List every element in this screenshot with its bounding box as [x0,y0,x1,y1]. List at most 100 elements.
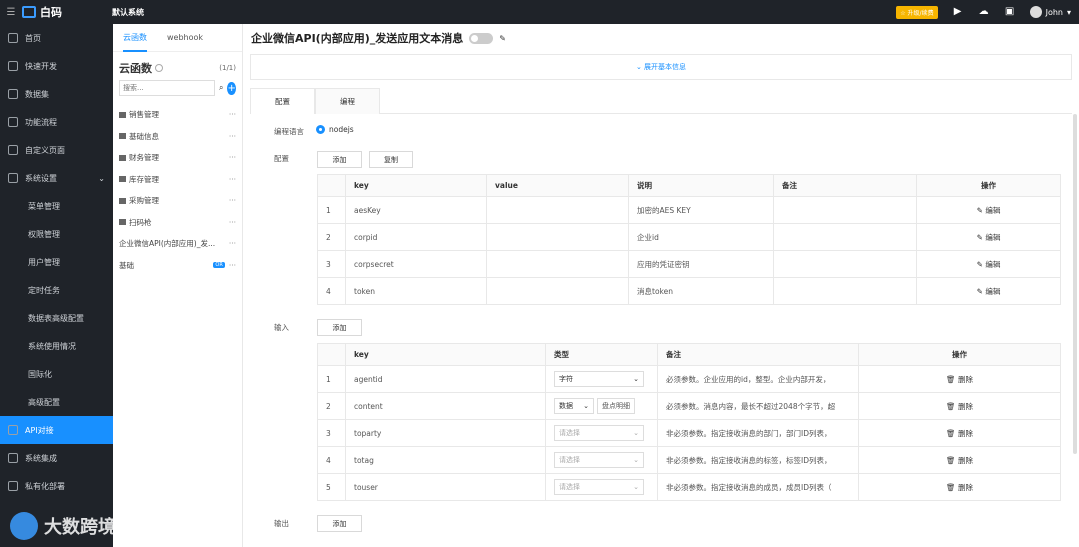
tree-leaf-label: 基础 [119,260,134,270]
tree-leaf[interactable]: 企业微信API(内部应用)_发... ··· [113,233,242,255]
cloud-icon[interactable]: ☁ [978,6,990,18]
more-icon[interactable]: ··· [229,110,236,119]
type-select[interactable]: 请选择 ⌄ [554,425,644,441]
add-function-button[interactable]: + [227,81,236,95]
sidebar-subitem[interactable]: 菜单管理 [0,192,113,220]
search-input[interactable] [119,80,215,96]
cube-icon [8,61,18,71]
more-icon[interactable]: ··· [229,261,236,270]
sidebar-item-integration[interactable]: 系统集成 [0,444,113,472]
more-icon[interactable]: ··· [229,132,236,141]
table-header: 备注 [657,343,859,366]
tab-cloud-function[interactable]: 云函数 [123,24,147,52]
add-config-button[interactable]: 添加 [317,151,362,168]
sidebar-subitem[interactable]: 定时任务 [0,276,113,304]
user-menu[interactable]: John ▾ [1029,6,1071,18]
cell-note: 非必须参数。指定接收消息的成员，成员ID列表（ [657,473,859,501]
sidebar-subitem[interactable]: 高级配置 [0,388,113,416]
chevron-down-icon: ⌄ [98,173,105,183]
sidebar-item-label: 数据集 [25,89,49,99]
tree-folder[interactable]: 销售管理 ··· [113,104,242,126]
edit-button[interactable]: ✎ 编辑 [916,250,1061,278]
tree-folder[interactable]: 财务管理 ··· [113,147,242,169]
add-input-button[interactable]: 添加 [317,319,362,336]
table-row: 4 token 消息token ✎ 编辑 [317,277,1061,305]
edit-button[interactable]: ✎ 编辑 [916,196,1061,224]
tree-folder-label: 库存管理 [129,174,159,184]
tab-code[interactable]: 编程 [315,88,380,114]
delete-button[interactable]: 🗑 删除 [858,365,1061,393]
menu-icon[interactable]: ☰ [0,7,22,18]
chevron-down-icon: ⌄ [583,402,589,410]
table-row: 4 totag 请选择 ⌄ 非必须参数。指定接收消息的标签，标签ID列表， 🗑 删除 [317,446,1061,474]
lang-radio-nodejs[interactable]: nodejs [316,125,354,134]
add-output-button[interactable]: 添加 [317,515,362,532]
more-icon[interactable]: ··· [229,153,236,162]
tree-folder[interactable]: 采购管理 ··· [113,190,242,212]
sidebar-item-settings[interactable]: 系统设置 ⌄ [0,164,113,192]
cell-note [773,223,917,251]
sidebar-item-home[interactable]: 首页 [0,24,113,52]
sidebar-subitem[interactable]: 系统使用情况 [0,332,113,360]
trash-icon: 🗑 [946,482,958,492]
type-select[interactable]: 数据 ⌄ [554,398,594,414]
row-number: 1 [317,365,346,393]
folder-icon [119,111,126,118]
type-cell: 数据 ⌄ 盘点明细 [545,392,658,420]
scrollbar[interactable] [1073,114,1077,454]
sidebar-item-api[interactable]: API对接 [0,416,113,444]
search-icon[interactable]: ⌕ [219,83,223,93]
tree-leaf[interactable]: 基础 OR ··· [113,255,242,277]
type-select[interactable]: 字符 ⌄ [554,371,644,387]
cell-key: corpid [345,223,487,251]
sidebar-item-quick-dev[interactable]: 快速开发 [0,52,113,80]
play-icon[interactable]: ▶ [952,6,964,18]
sidebar-item-deploy[interactable]: 私有化部署 [0,472,113,500]
top-bar: ☰ 白码 默认系统 ☆ 升级/续费 ▶ ☁ ▣ John ▾ [0,0,1079,24]
delete-button[interactable]: 🗑 删除 [858,473,1061,501]
document-icon[interactable]: ▣ [1004,6,1016,18]
lang-label: 编程语言 [274,127,304,136]
tree-folder-label: 采购管理 [129,196,159,206]
edit-button[interactable]: ✎ 编辑 [916,277,1061,305]
tree-leaf-label: 企业微信API(内部应用)_发... [119,239,216,249]
more-icon[interactable]: ··· [229,239,236,248]
more-icon[interactable]: ··· [229,175,236,184]
sidebar-subitem[interactable]: 权限管理 [0,220,113,248]
help-icon[interactable] [155,64,163,72]
table-row: 2 corpid 企业id ✎ 编辑 [317,223,1061,251]
more-icon[interactable]: ··· [229,218,236,227]
upgrade-badge[interactable]: ☆ 升级/续费 [896,5,938,19]
trash-icon: 🗑 [946,374,958,384]
sidebar-subitem[interactable]: 国际化 [0,360,113,388]
tree-folder[interactable]: 基础信息 ··· [113,126,242,148]
project-name[interactable]: 默认系统 [112,7,144,18]
tab-config[interactable]: 配置 [250,88,315,114]
edit-icon[interactable]: ✎ [499,34,506,43]
tree-folder[interactable]: 库存管理 ··· [113,169,242,191]
sidebar-item-label: 自定义页面 [25,145,65,155]
more-icon[interactable]: ··· [229,196,236,205]
table-header: key [345,174,487,197]
delete-button[interactable]: 🗑 删除 [858,392,1061,420]
integration-icon [8,453,18,463]
sidebar-item-label: 私有化部署 [25,481,65,491]
type-select[interactable]: 请选择 ⌄ [554,479,644,495]
sidebar-subitem[interactable]: 用户管理 [0,248,113,276]
edit-button[interactable]: ✎ 编辑 [916,223,1061,251]
copy-config-button[interactable]: 复制 [369,151,413,168]
detail-select-button[interactable]: 盘点明细 [597,398,635,414]
delete-button[interactable]: 🗑 删除 [858,419,1061,447]
logo-text: 白码 [40,6,62,19]
enable-toggle[interactable] [469,32,494,44]
row-number: 4 [317,277,346,305]
tree-folder[interactable]: 扫码枪 ··· [113,212,242,234]
sidebar-item-flow[interactable]: 功能流程 [0,108,113,136]
delete-button[interactable]: 🗑 删除 [858,446,1061,474]
sidebar-subitem[interactable]: 数据表高级配置 [0,304,113,332]
tab-webhook[interactable]: webhook [167,24,203,52]
type-select[interactable]: 请选择 ⌄ [554,452,644,468]
sidebar-item-custom-page[interactable]: 自定义页面 [0,136,113,164]
sidebar-item-dataset[interactable]: 数据集 [0,80,113,108]
expand-basic-info[interactable]: ⌄ 展开基本信息 [250,54,1072,80]
